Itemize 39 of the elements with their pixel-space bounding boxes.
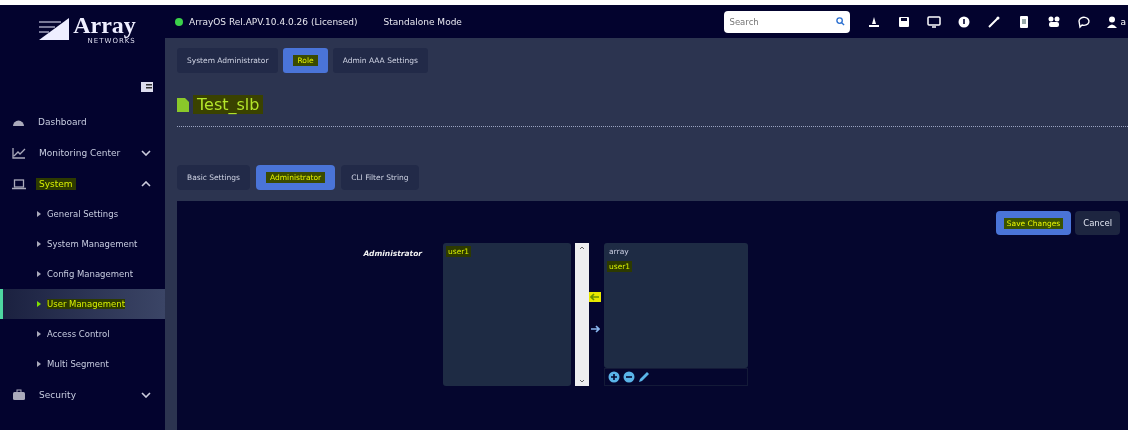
info-icon[interactable] xyxy=(957,14,972,29)
sidebar-subitem[interactable]: System Management xyxy=(0,229,165,259)
chevron-icon[interactable] xyxy=(141,149,151,156)
sidebar-subitem[interactable]: Multi Segment xyxy=(0,349,165,379)
pencil-icon[interactable] xyxy=(638,371,650,383)
sidebar-subitem[interactable]: Config Management xyxy=(0,259,165,289)
chart-icon xyxy=(12,146,26,159)
scroll-up-icon[interactable] xyxy=(579,246,585,250)
add-icon[interactable] xyxy=(608,371,620,383)
sidebar-subitem[interactable]: Access Control xyxy=(0,319,165,349)
remove-icon[interactable] xyxy=(623,371,635,383)
chevron-icon[interactable] xyxy=(141,391,151,398)
save-icon[interactable] xyxy=(897,14,912,29)
scrollbar[interactable] xyxy=(575,243,589,386)
laptop-icon xyxy=(12,177,26,190)
sidebar-toggle-icon[interactable] xyxy=(141,82,153,92)
sidebar-item[interactable]: Security xyxy=(0,379,165,410)
logo-icon xyxy=(39,17,70,40)
monitor-icon[interactable] xyxy=(927,14,942,29)
sidebar-subitem[interactable]: User Management xyxy=(0,289,165,319)
logo-text: Array xyxy=(73,12,136,37)
sidebar-item[interactable]: System xyxy=(0,168,165,199)
user-icon[interactable] xyxy=(1107,15,1118,28)
chat-icon[interactable] xyxy=(1077,14,1092,29)
sidebar-item[interactable]: Dashboard xyxy=(0,106,165,137)
sidebar-subitem[interactable]: General Settings xyxy=(0,199,165,229)
version-text: ArrayOS Rel.APV.10.4.0.26 (Licensed) xyxy=(189,16,358,27)
briefcase-icon xyxy=(12,388,26,401)
sidebar-item[interactable]: Monitoring Center xyxy=(0,137,165,168)
page-title: Test_slb xyxy=(193,95,264,114)
scroll-down-icon[interactable] xyxy=(579,379,585,383)
chevron-icon[interactable] xyxy=(141,180,151,187)
search-field[interactable]: Search xyxy=(724,10,851,33)
cancel-button[interactable]: Cancel xyxy=(1075,211,1120,235)
mode-text: Standalone Mode xyxy=(383,16,462,27)
move-right-button[interactable] xyxy=(589,324,601,334)
move-left-button[interactable] xyxy=(589,292,601,302)
user-name[interactable]: a xyxy=(1120,16,1126,27)
people-icon[interactable] xyxy=(1047,14,1062,29)
